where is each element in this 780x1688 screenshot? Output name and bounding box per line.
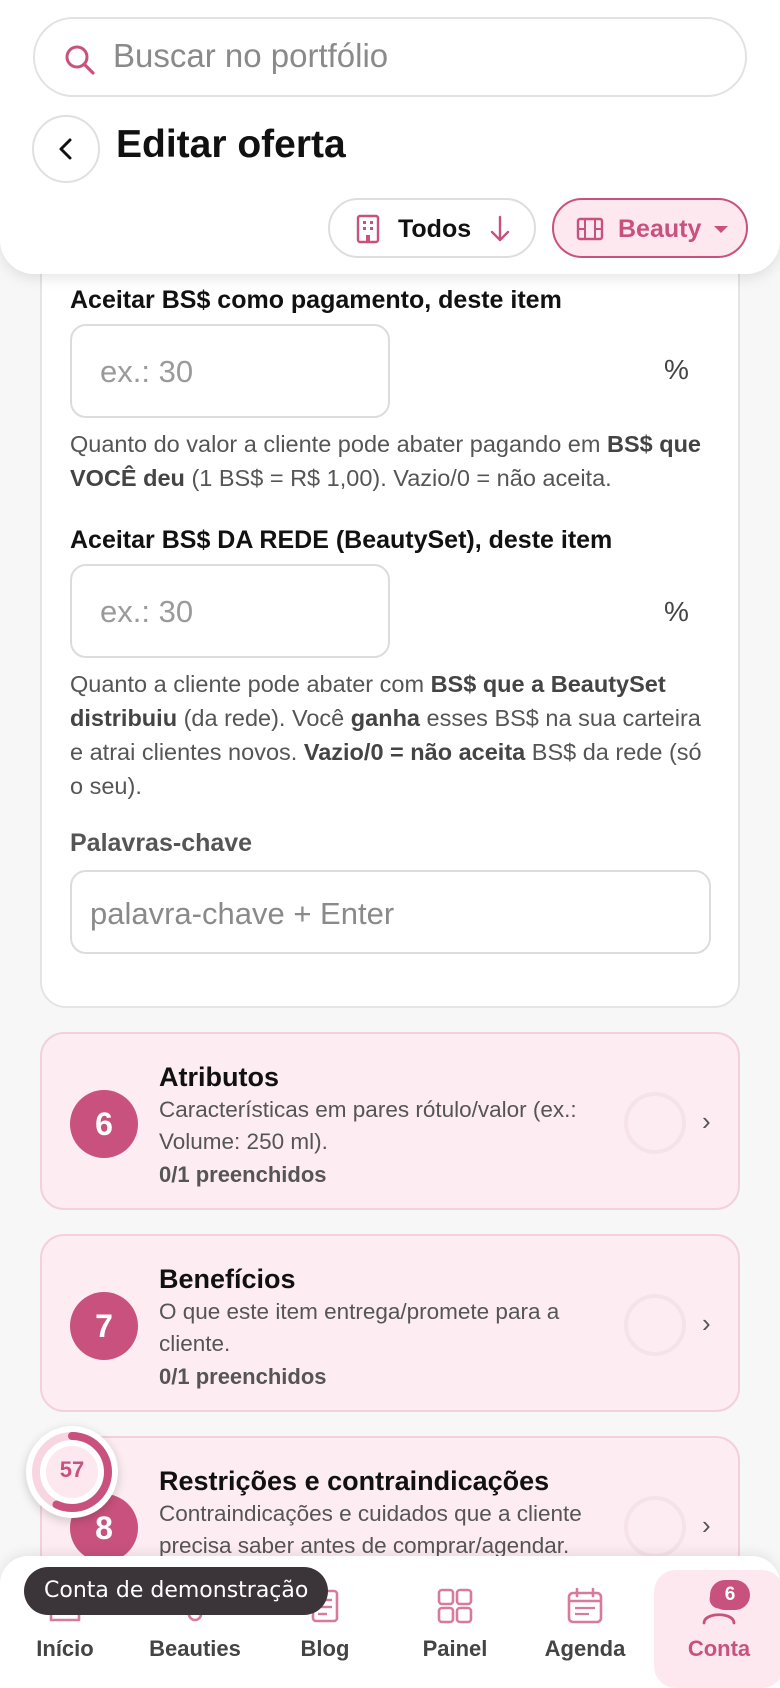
nav-label: Conta [687,1636,751,1661]
step-title: Atributos [159,1062,279,1092]
page-title: Editar oferta [116,123,346,166]
nav-item-conta[interactable]: 6 Conta [654,1570,780,1688]
keywords-placeholder: palavra-chave + Enter [90,896,395,931]
accept-bs-unit: % [664,354,689,385]
search-input[interactable]: Buscar no portfólio [113,37,388,75]
step-description: Contraindicações e cuidados que a client… [159,1501,582,1558]
nav-item-agenda[interactable]: Agenda [520,1556,650,1688]
accept-bs-placeholder: ex.: 30 [100,354,194,389]
grid-icon [437,1588,473,1624]
profile-progress-ring[interactable]: 57 [26,1426,118,1518]
accept-network-label: Aceitar BS$ DA REDE (BeautySet), deste i… [70,526,613,554]
filter-todos-button[interactable]: Todos [328,198,536,258]
search-bar[interactable]: Buscar no portfólio [33,17,747,97]
chevron-right-icon: › [702,1510,711,1540]
filter-beauty-label: Beauty [618,215,702,243]
step-card-beneficios[interactable]: 7 Benefícios O que este item entrega/pro… [40,1234,740,1412]
header: Buscar no portfólio Editar oferta Todos … [0,0,780,274]
back-button[interactable] [32,115,100,183]
keywords-label: Palavras-chave [70,829,253,857]
accept-network-unit: % [664,596,689,627]
accept-bs-label: Aceitar BS$ como pagamento, deste item [70,286,562,314]
step-title: Benefícios [159,1264,296,1294]
step-progress-ring [624,1092,686,1154]
progress-value: 57 [59,1457,85,1482]
accept-network-input[interactable]: ex.: 30 [70,564,390,658]
keywords-input[interactable]: palavra-chave + Enter [70,870,711,954]
step-card-atributos[interactable]: 6 Atributos Características em pares rót… [40,1032,740,1210]
step-title: Restrições e contraindicações [159,1466,550,1496]
caret-down-icon [714,226,728,233]
step-number: 7 [70,1292,138,1360]
nav-label: Blog [300,1636,350,1661]
arrow-down-icon [490,215,510,242]
step-progress-ring [624,1294,686,1356]
demo-account-badge: Conta de demonstração [24,1567,329,1615]
nav-label: Início [36,1636,94,1661]
step-count: 0/1 preenchidos [159,1162,327,1187]
store-icon [576,217,604,241]
accept-network-help: Quanto a cliente pode abater com BS$ que… [70,671,702,799]
search-icon [65,45,95,75]
calendar-icon [567,1587,603,1624]
nav-label: Painel [422,1636,488,1661]
accept-bs-input[interactable]: ex.: 30 [70,324,390,418]
nav-label: Beauties [149,1636,241,1661]
step-description: O que este item entrega/promete para a c… [159,1299,560,1356]
filter-beauty-dropdown[interactable]: Beauty [552,198,748,258]
step-count: 0/1 preenchidos [159,1364,327,1389]
accept-network-placeholder: ex.: 30 [100,594,194,629]
building-icon [356,214,380,244]
chevron-left-icon [59,138,72,160]
chevron-right-icon: › [702,1106,711,1136]
accept-bs-help: Quanto do valor a cliente pode abater pa… [70,431,701,491]
step-progress-ring [624,1496,686,1558]
chevron-right-icon: › [702,1308,711,1338]
nav-label: Agenda [544,1636,626,1661]
step-description: Características em pares rótulo/valor (e… [159,1097,577,1154]
notification-badge: 6 [710,1580,750,1610]
step-number: 6 [70,1090,138,1158]
filter-todos-label: Todos [398,215,472,243]
nav-item-painel[interactable]: Painel [390,1556,520,1688]
